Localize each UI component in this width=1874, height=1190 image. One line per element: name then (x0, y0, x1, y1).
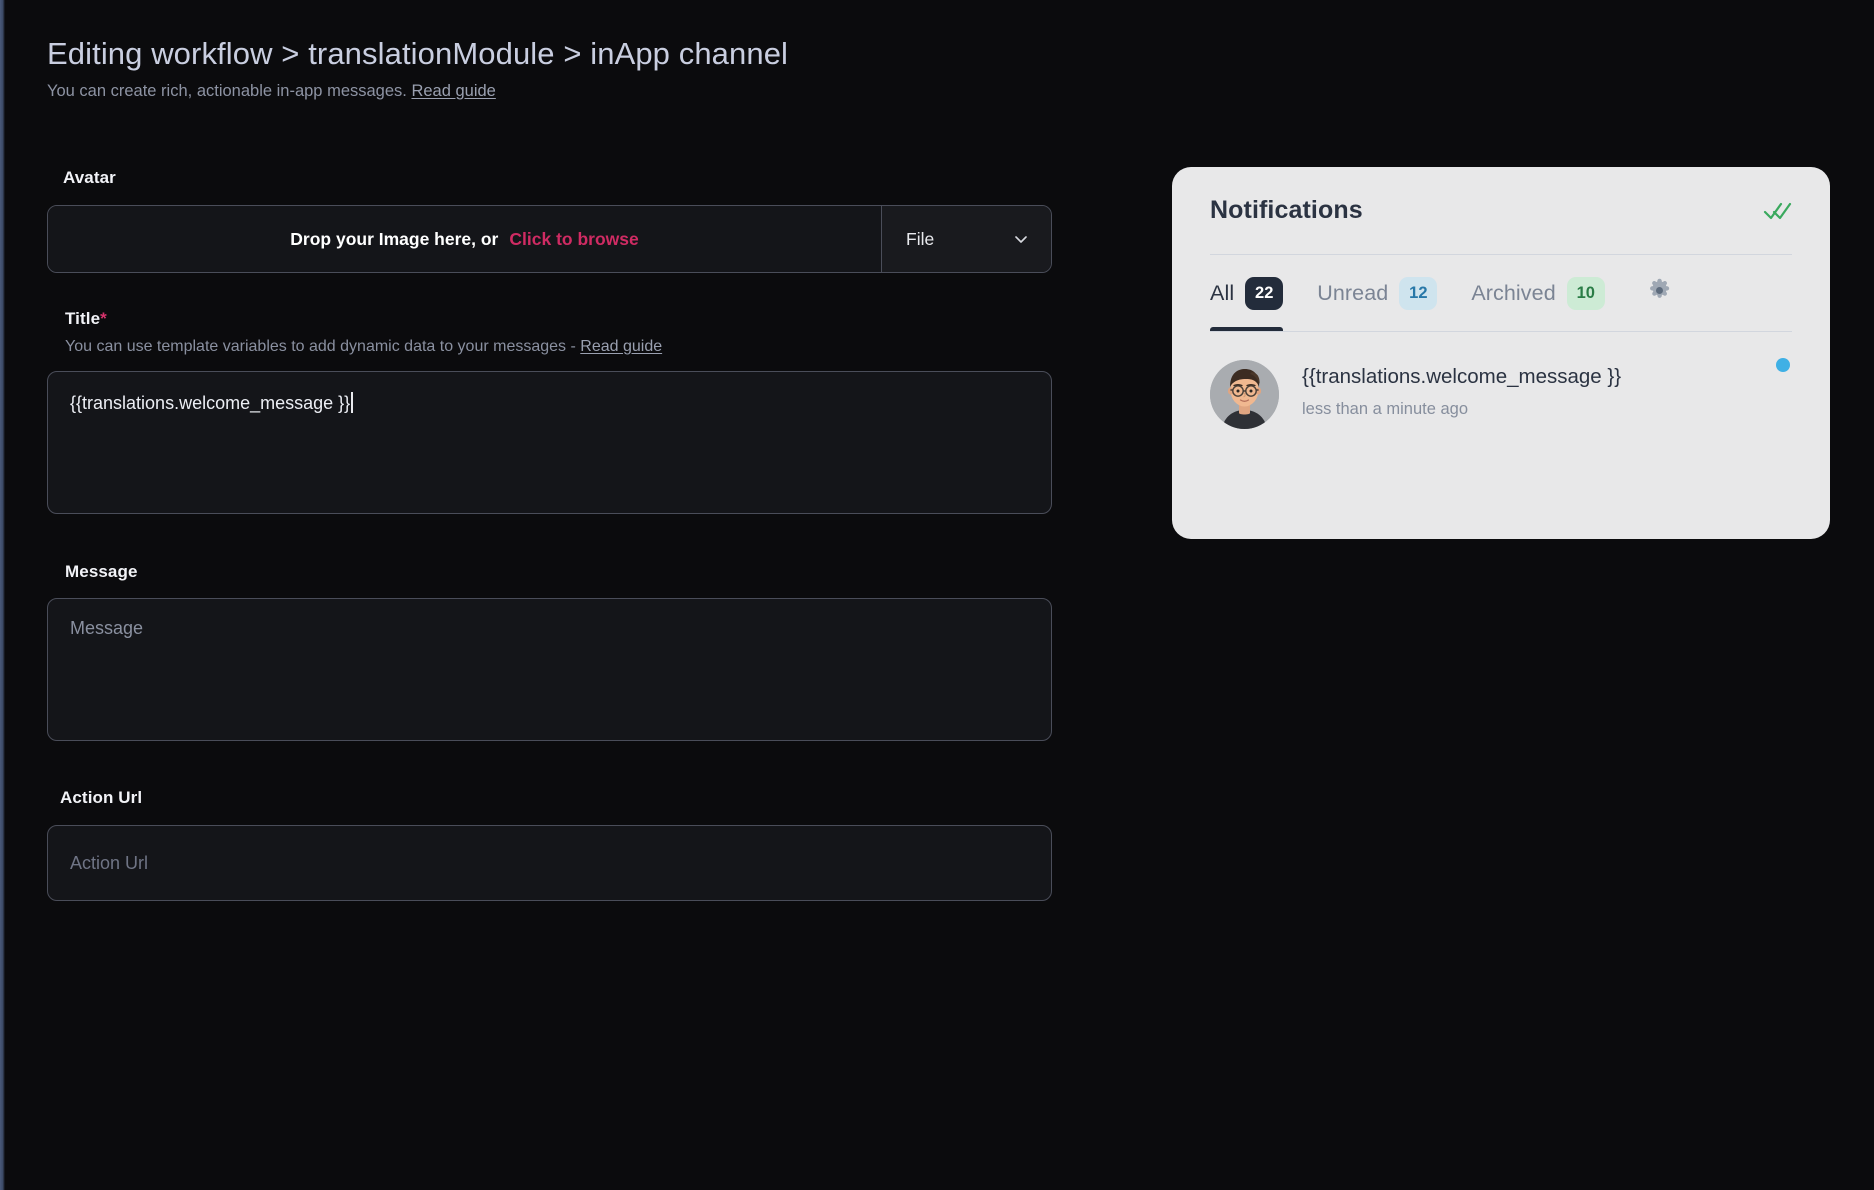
title-label: Title* (65, 309, 1052, 329)
tab-archived-label: Archived (1471, 280, 1556, 305)
tab-unread[interactable]: Unread 12 (1317, 255, 1471, 331)
title-label-text: Title (65, 309, 101, 328)
left-edge-scrollbar[interactable] (0, 0, 5, 1190)
breadcrumb: Editing workflow > translationModule > i… (47, 36, 789, 71)
notification-settings-button[interactable] (1643, 276, 1677, 310)
text-cursor (351, 392, 353, 413)
page-header: Editing workflow > translationModule > i… (47, 36, 788, 101)
tab-unread-label: Unread (1317, 280, 1389, 305)
notification-panel-title: Notifications (1210, 196, 1363, 224)
click-to-browse-link[interactable]: Click to browse (509, 229, 638, 250)
action-url-input[interactable]: Action Url (47, 825, 1052, 901)
required-asterisk: * (100, 309, 107, 328)
dropzone-main-text: Drop your Image here, or (290, 228, 499, 249)
page-subtitle: You can create rich, actionable in-app m… (47, 82, 788, 101)
notification-tabs: All 22 Unread 12 Archived 10 (1210, 255, 1792, 332)
action-url-field: Action Url Action Url (47, 788, 1052, 901)
tab-unread-badge: 12 (1399, 276, 1438, 310)
tab-archived[interactable]: Archived 10 (1471, 255, 1638, 331)
tab-all[interactable]: All 22 (1210, 255, 1317, 331)
tab-archived-badge: 10 (1566, 276, 1605, 310)
title-field: Title* You can use template variables to… (47, 309, 1052, 514)
message-field: Message Message (47, 562, 1052, 741)
avatar-type-value: File (906, 228, 935, 249)
read-guide-link-title[interactable]: Read guide (580, 338, 662, 355)
title-help: You can use template variables to add dy… (65, 338, 1052, 356)
form-column: Avatar Drop your Image here, or Click to… (47, 168, 1052, 901)
avatar-field: Avatar Drop your Image here, or Click to… (47, 168, 1052, 273)
avatar-upload-row: Drop your Image here, or Click to browse… (47, 205, 1052, 273)
notification-preview-panel: Notifications All 22 Unread 12 Archived (1172, 167, 1830, 539)
notification-list-item[interactable]: {{translations.welcome_message }} less t… (1210, 332, 1792, 429)
tab-active-underline (1210, 327, 1284, 331)
page-subtitle-text: You can create rich, actionable in-app m… (47, 82, 407, 100)
message-input-placeholder: Message (70, 618, 144, 638)
notification-item-time: less than a minute ago (1302, 400, 1469, 418)
page-root: Editing workflow > translationModule > i… (0, 0, 1874, 1190)
title-input-value: {{translations.welcome_message }} (70, 393, 351, 413)
notification-panel-header: Notifications (1210, 167, 1792, 255)
read-guide-link-header[interactable]: Read guide (411, 82, 495, 100)
action-url-placeholder: Action Url (70, 852, 149, 873)
user-avatar-image (1210, 360, 1279, 429)
tab-all-badge: 22 (1245, 276, 1284, 310)
avatar-label: Avatar (63, 168, 116, 187)
action-url-label: Action Url (60, 788, 143, 807)
title-help-text: You can use template variables to add dy… (65, 338, 576, 355)
avatar-dropzone[interactable]: Drop your Image here, or Click to browse (48, 206, 881, 272)
message-input[interactable]: Message (47, 598, 1052, 741)
double-check-icon[interactable] (1762, 196, 1792, 226)
notification-item-text: {{translations.welcome_message }} (1302, 365, 1622, 388)
notification-item-body: {{translations.welcome_message }} less t… (1302, 360, 1792, 419)
unread-indicator-dot[interactable] (1776, 358, 1790, 372)
message-label: Message (65, 562, 138, 581)
gear-icon (1646, 277, 1673, 309)
title-input[interactable]: {{translations.welcome_message }} (47, 371, 1052, 514)
tab-all-label: All (1210, 280, 1235, 305)
avatar-type-select[interactable]: File (881, 206, 1051, 272)
chevron-down-icon (1013, 231, 1029, 247)
